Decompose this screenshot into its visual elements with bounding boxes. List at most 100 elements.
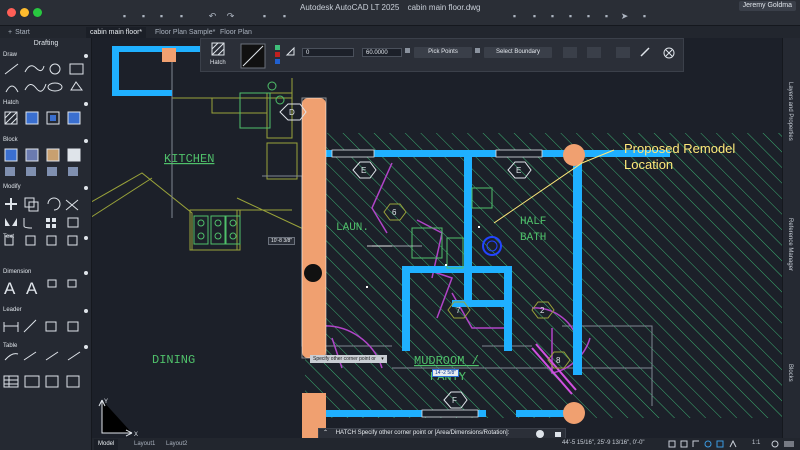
- snap-toggle-icon[interactable]: [680, 440, 688, 448]
- write-block-icon[interactable]: [47, 167, 57, 176]
- scale-tool-icon[interactable]: [46, 235, 57, 246]
- tab-layout2[interactable]: Layout2: [162, 439, 191, 450]
- table-style-icon[interactable]: [24, 375, 40, 388]
- layers-icon[interactable]: ▪: [566, 12, 575, 21]
- minimize-window-button[interactable]: [20, 8, 29, 17]
- close-hatch-icon[interactable]: [663, 47, 675, 59]
- line-tool-icon[interactable]: [4, 63, 19, 75]
- recreate-boundary-icon[interactable]: [587, 47, 601, 58]
- arc-tool-icon[interactable]: [5, 85, 19, 93]
- text-style-icon[interactable]: [47, 279, 57, 288]
- ortho-toggle-icon[interactable]: [692, 440, 699, 447]
- customize-menu-icon[interactable]: [784, 441, 794, 447]
- transparency-field[interactable]: 0: [302, 48, 354, 57]
- edit-block-icon[interactable]: [46, 148, 60, 162]
- close-window-button[interactable]: [7, 8, 16, 17]
- redo-icon[interactable]: ↷: [226, 12, 235, 21]
- sync-block-icon[interactable]: [26, 167, 36, 176]
- layer-color-swatch[interactable]: [275, 59, 280, 64]
- settings-icon[interactable]: [771, 440, 779, 448]
- aligned-dimension-icon[interactable]: [23, 319, 37, 333]
- create-block-icon[interactable]: [25, 148, 39, 162]
- hatch-pattern-icon[interactable]: [211, 42, 225, 56]
- section-options-icon[interactable]: [84, 54, 88, 58]
- align-leaders-icon[interactable]: [45, 351, 59, 361]
- collect-leaders-icon[interactable]: [67, 351, 81, 361]
- remove-boundary-icon[interactable]: [563, 47, 577, 58]
- circle-tool-icon[interactable]: [49, 63, 61, 75]
- rectangle-tool-icon[interactable]: [69, 63, 84, 75]
- zoom-window-button[interactable]: [33, 8, 42, 17]
- tab-cabin-main-floor[interactable]: cabin main floor*: [86, 27, 147, 38]
- save-as-icon[interactable]: ▪: [177, 12, 186, 21]
- layers-and-properties-tab[interactable]: Layers and Properties: [787, 82, 793, 141]
- data-extraction-icon[interactable]: [66, 375, 80, 388]
- scale-readout[interactable]: 1:1: [752, 440, 760, 446]
- rotate-tool-icon[interactable]: [47, 197, 61, 211]
- reference-manager-tab[interactable]: Reference Manager: [787, 218, 793, 271]
- publish-icon[interactable]: ▪: [280, 12, 289, 21]
- spell-check-icon[interactable]: [67, 279, 77, 288]
- mirror-tool-icon[interactable]: [5, 218, 17, 226]
- gradient-tool-icon[interactable]: [25, 111, 39, 125]
- display-boundary-icon[interactable]: [616, 47, 630, 58]
- share-icon[interactable]: ▪: [548, 12, 557, 21]
- measure-icon[interactable]: ▪: [602, 12, 611, 21]
- help-icon[interactable]: [536, 430, 544, 438]
- new-file-icon[interactable]: ▪: [120, 12, 129, 21]
- match-properties-icon[interactable]: ▪: [530, 12, 539, 21]
- grid-toggle-icon[interactable]: [668, 440, 676, 448]
- insert-block-icon[interactable]: [4, 148, 18, 162]
- tab-layout1[interactable]: Layout1: [130, 439, 159, 450]
- blocks-tab[interactable]: Blocks: [787, 364, 793, 382]
- polygon-tool-icon[interactable]: [70, 81, 83, 91]
- multileader-icon[interactable]: [4, 353, 19, 361]
- properties-icon[interactable]: ▪: [510, 12, 519, 21]
- open-file-icon[interactable]: ▪: [139, 12, 148, 21]
- single-line-text-icon[interactable]: A: [26, 279, 38, 298]
- user-account[interactable]: Jeremy Goldma: [738, 1, 796, 11]
- edit-attribute-icon[interactable]: [68, 167, 78, 176]
- save-icon[interactable]: ▪: [157, 12, 166, 21]
- move-tool-icon[interactable]: [5, 198, 17, 210]
- tab-floor-plan[interactable]: Floor Plan: [216, 27, 256, 38]
- lock-icon[interactable]: [555, 432, 561, 437]
- plot-icon[interactable]: ▪: [260, 12, 269, 21]
- data-link-icon[interactable]: [45, 375, 59, 388]
- quick-dimension-icon[interactable]: [45, 321, 57, 332]
- drawing-canvas[interactable]: Y X KITCHEN DINING LAUN. HALF BATH MUDRO…: [92, 38, 782, 438]
- erase-tool-icon[interactable]: [67, 217, 79, 228]
- tab-model[interactable]: Model: [94, 439, 119, 450]
- command-history-icon[interactable]: ⌃: [323, 430, 328, 436]
- osnap-toggle-icon[interactable]: [716, 440, 724, 448]
- tab-start[interactable]: + Start: [4, 27, 34, 38]
- explode-tool-icon[interactable]: [67, 235, 78, 246]
- match-properties-icon[interactable]: [640, 47, 650, 57]
- hatch-tool-icon[interactable]: [4, 111, 18, 125]
- region-tool-icon[interactable]: [67, 111, 81, 125]
- background-color-swatch[interactable]: [275, 52, 280, 57]
- pick-points-button[interactable]: Pick Points: [414, 47, 472, 58]
- multiline-text-icon[interactable]: A: [4, 279, 16, 298]
- stretch-tool-icon[interactable]: [25, 235, 36, 246]
- table-tool-icon[interactable]: [3, 375, 19, 388]
- hatch-swatch[interactable]: [240, 43, 266, 69]
- annotation-scale-icon[interactable]: [729, 439, 737, 448]
- fillet-tool-icon[interactable]: [23, 218, 33, 229]
- offset-tool-icon[interactable]: [4, 235, 14, 246]
- undo-icon[interactable]: ↶: [208, 12, 217, 21]
- block-editor-icon[interactable]: [67, 148, 81, 162]
- boundary-tool-icon[interactable]: [46, 111, 60, 125]
- options-arrow-icon[interactable]: ▾: [381, 356, 384, 362]
- help-icon[interactable]: ▪: [640, 12, 649, 21]
- attribute-icon[interactable]: [5, 167, 15, 176]
- hatch-color-swatch[interactable]: [275, 45, 280, 50]
- add-leader-icon[interactable]: [23, 351, 37, 361]
- trim-tool-icon[interactable]: [65, 199, 79, 211]
- polyline-tool-icon[interactable]: [24, 65, 45, 73]
- select-boundary-button[interactable]: Select Boundary: [484, 47, 552, 58]
- copy-tool-icon[interactable]: [24, 197, 39, 212]
- spline-tool-icon[interactable]: [24, 83, 47, 92]
- dynamic-input-field[interactable]: 14'-2 5/8": [432, 369, 460, 377]
- tab-floor-plan-sample[interactable]: Floor Plan Sample*: [151, 27, 219, 38]
